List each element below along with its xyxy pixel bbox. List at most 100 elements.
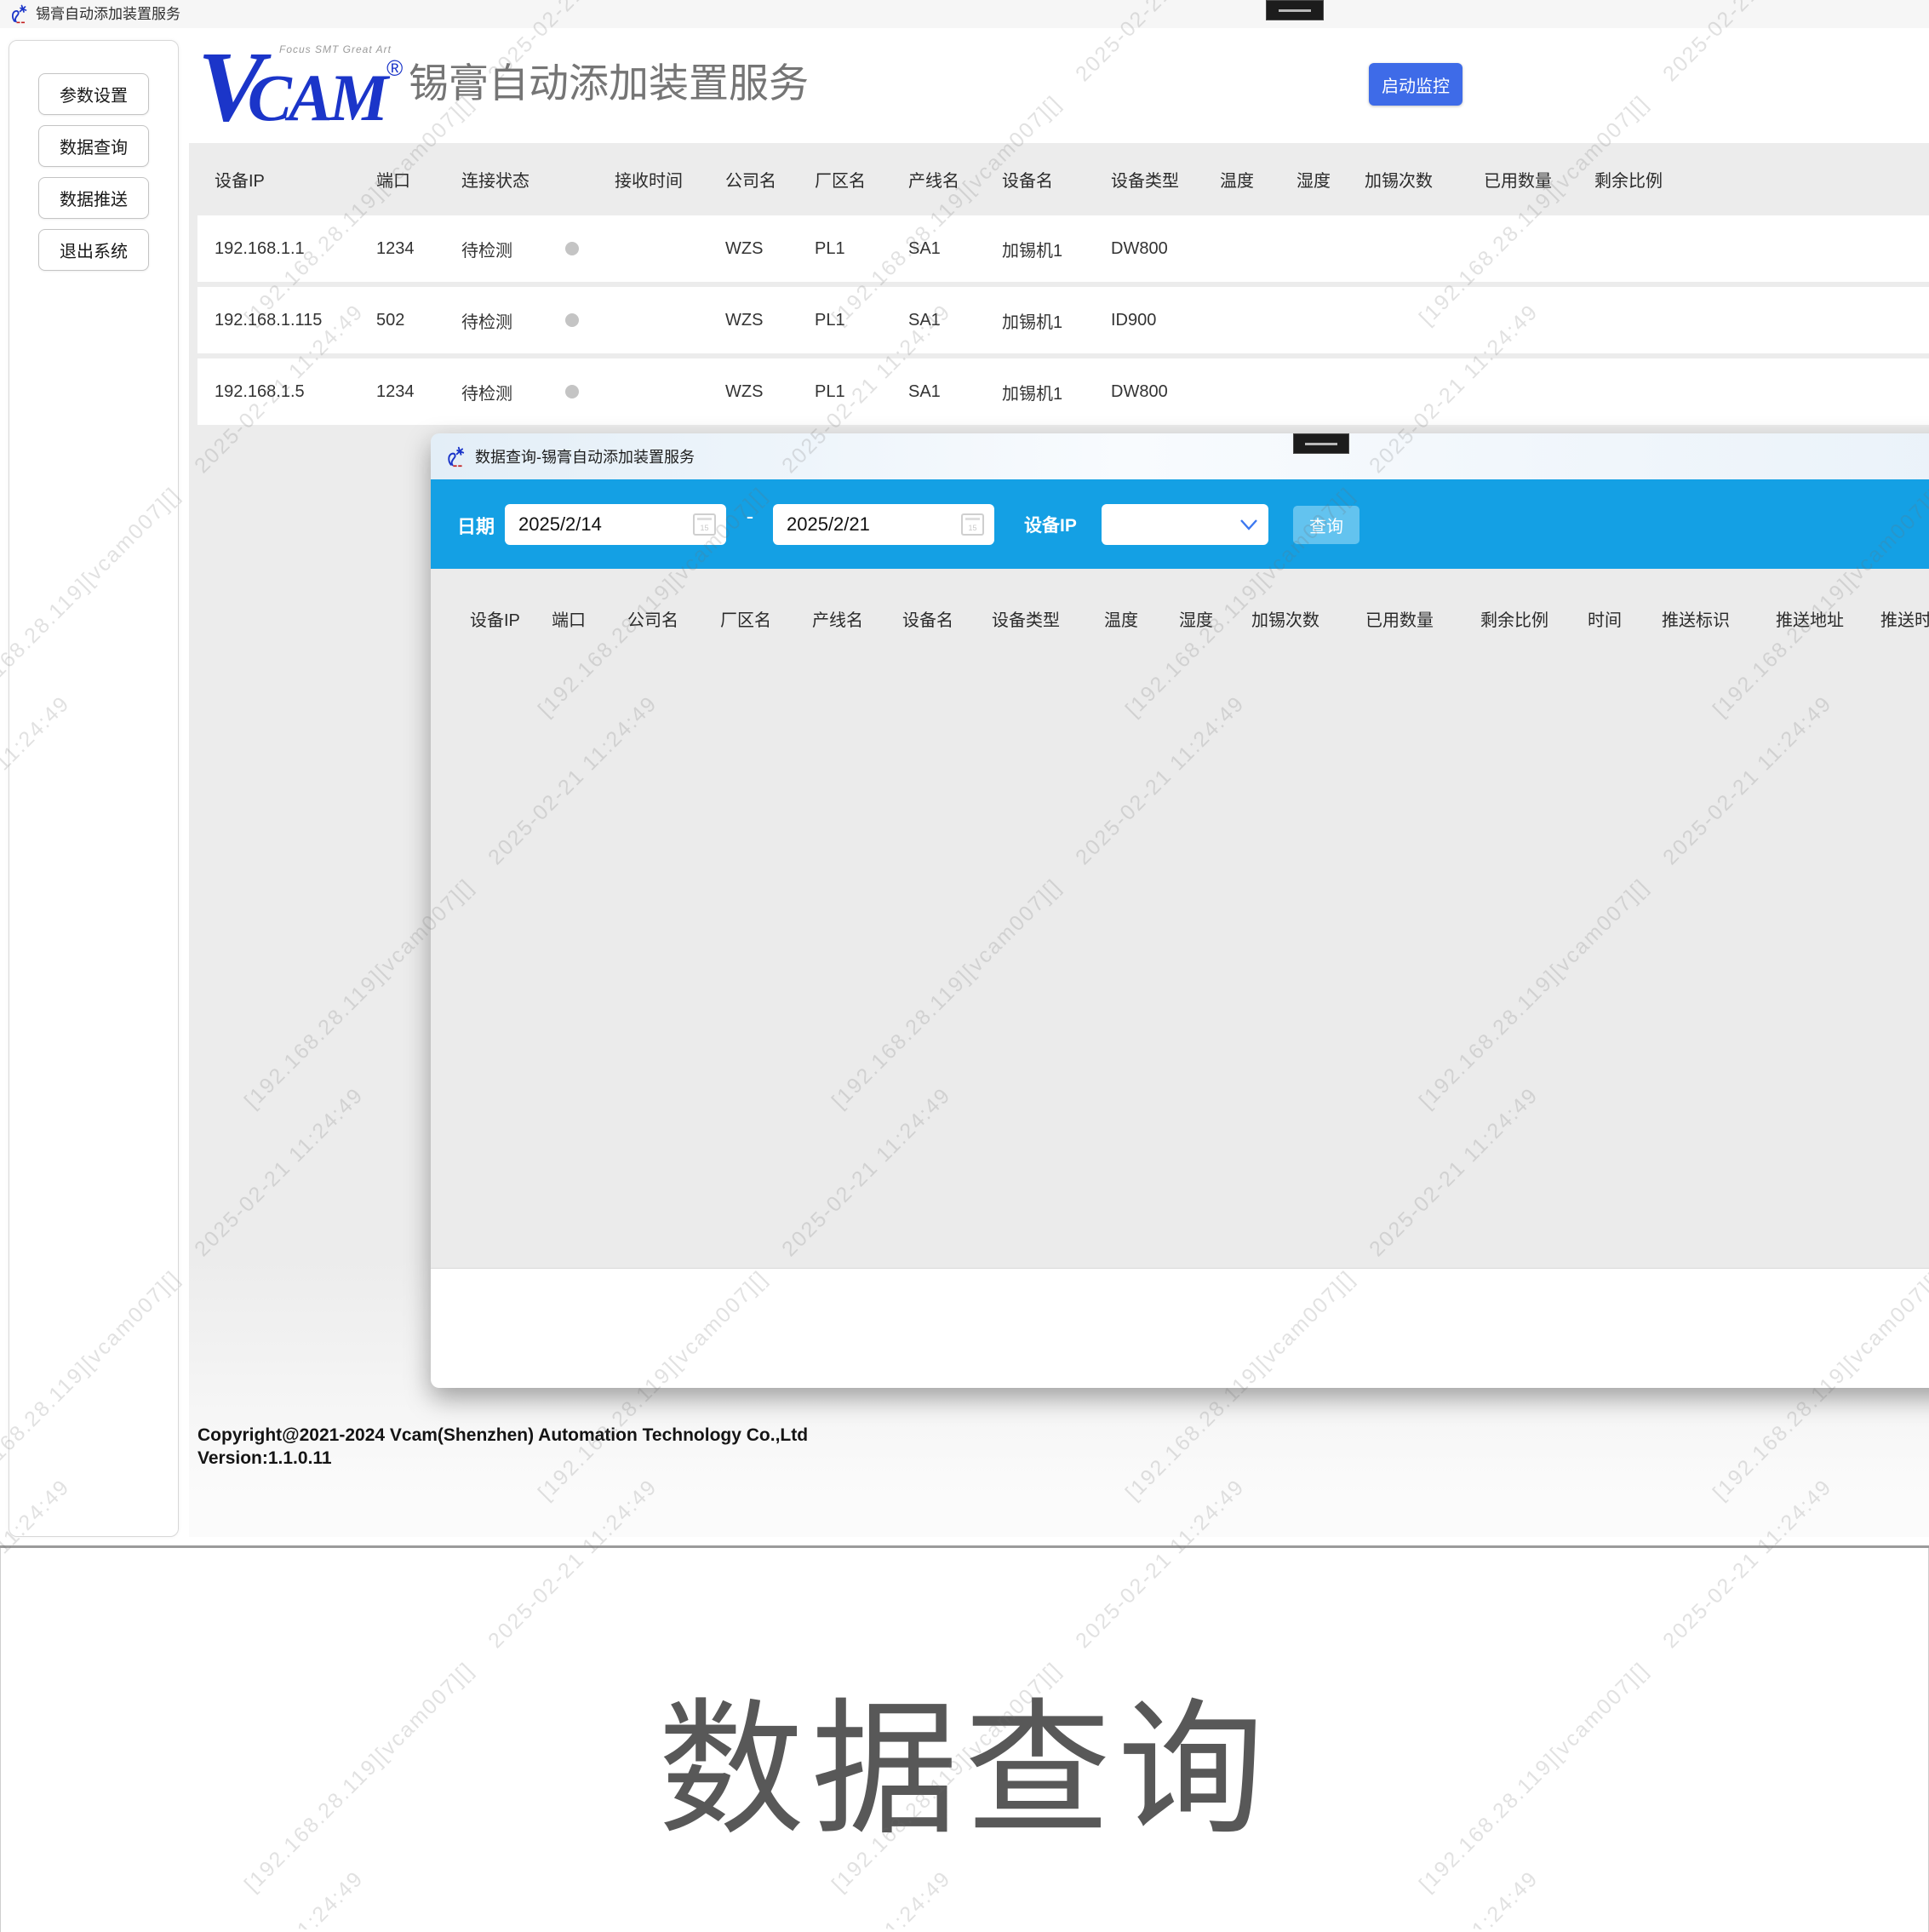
query-window-title: 数据查询-锡膏自动添加装置服务 xyxy=(475,445,695,467)
status-dot-icon xyxy=(565,242,579,255)
cell-port: 502 xyxy=(376,311,461,330)
query-window-titlebar[interactable]: 数据查询-锡膏自动添加装置服务 xyxy=(431,433,1929,479)
minimize-button[interactable] xyxy=(1266,0,1324,20)
col-line: 产线名 xyxy=(908,167,1002,192)
copyright-text: Copyright@2021-2024 Vcam(Shenzhen) Autom… xyxy=(197,1424,808,1447)
cell-company: WZS xyxy=(725,311,815,330)
col-temperature: 温度 xyxy=(1220,167,1296,192)
status-dot-icon xyxy=(565,313,579,327)
table-row[interactable]: 192.168.1.115 502 待检测 WZS PL1 SA1 加锡机1 I… xyxy=(197,287,1929,353)
date-to-value: 2025/2/21 xyxy=(787,513,961,536)
col-device-ip: 设备IP xyxy=(215,167,376,192)
cell-port: 1234 xyxy=(376,382,461,402)
cell-line: SA1 xyxy=(908,311,1002,330)
col-status-dot-spacer xyxy=(564,167,615,192)
qcol-tin-count: 加锡次数 xyxy=(1251,606,1365,631)
qcol-time: 时间 xyxy=(1588,606,1662,631)
qcol-humidity: 湿度 xyxy=(1179,606,1251,631)
sidebar-item-data-push[interactable]: 数据推送 xyxy=(38,177,149,219)
cell-type: ID900 xyxy=(1111,311,1220,330)
qcol-port: 端口 xyxy=(552,606,627,631)
cell-status: 待检测 xyxy=(461,380,564,404)
date-range-separator: - xyxy=(737,503,763,530)
cell-factory: PL1 xyxy=(815,382,908,402)
col-device-name: 设备名 xyxy=(1002,167,1111,192)
date-to-input[interactable]: 2025/2/21 xyxy=(773,504,994,545)
cell-ip: 192.168.1.1 xyxy=(215,239,376,259)
table-row[interactable]: 192.168.1.5 1234 待检测 WZS PL1 SA1 加锡机1 DW… xyxy=(197,358,1929,425)
header: VCAM® Focus SMT Great Art 锡膏自动添加装置服务 启动监… xyxy=(189,28,1929,143)
sidebar-item-exit-system[interactable]: 退出系统 xyxy=(38,229,149,271)
date-from-value: 2025/2/14 xyxy=(518,513,693,536)
data-query-window: 数据查询-锡膏自动添加装置服务 日期 2025/2/14 - 2025/2/21… xyxy=(431,433,1929,1388)
cell-company: WZS xyxy=(725,382,815,402)
chevron-down-icon xyxy=(1239,519,1258,531)
page-title: 锡膏自动添加装置服务 xyxy=(409,50,809,109)
app-icon xyxy=(9,3,29,24)
device-ip-select[interactable] xyxy=(1102,504,1268,545)
qcol-line: 产线名 xyxy=(812,606,902,631)
minimize-button[interactable] xyxy=(1293,433,1349,454)
cell-status: 待检测 xyxy=(461,308,564,333)
qcol-push-address: 推送地址 xyxy=(1776,606,1880,631)
query-table-header: 设备IP 端口 公司名 厂区名 产线名 设备名 设备类型 温度 湿度 加锡次数 … xyxy=(431,569,1929,631)
device-ip-label: 设备IP xyxy=(1024,512,1077,537)
status-dot-icon xyxy=(565,385,579,398)
date-label: 日期 xyxy=(457,512,495,539)
cell-status: 待检测 xyxy=(461,237,564,261)
sidebar: 参数设置 数据查询 数据推送 退出系统 xyxy=(9,40,179,1537)
sidebar-item-data-query[interactable]: 数据查询 xyxy=(38,125,149,167)
col-device-type: 设备类型 xyxy=(1111,167,1220,192)
cell-company: WZS xyxy=(725,239,815,259)
version-text: Version:1.1.0.11 xyxy=(197,1447,808,1470)
minimize-icon xyxy=(1305,443,1337,445)
qcol-push-time: 推送时间 xyxy=(1880,606,1929,631)
cell-port: 1234 xyxy=(376,239,461,259)
table-row[interactable]: 192.168.1.1 1234 待检测 WZS PL1 SA1 加锡机1 DW… xyxy=(197,215,1929,282)
cell-ip: 192.168.1.115 xyxy=(215,311,376,330)
qcol-factory: 厂区名 xyxy=(720,606,812,631)
calendar-icon[interactable] xyxy=(961,513,984,536)
qcol-device-name: 设备名 xyxy=(902,606,992,631)
qcol-remain-ratio: 剩余比例 xyxy=(1480,606,1588,631)
cell-factory: PL1 xyxy=(815,239,908,259)
logo-letters-cam: CAM xyxy=(248,60,385,135)
col-humidity: 湿度 xyxy=(1296,167,1365,192)
query-button[interactable]: 查询 xyxy=(1293,506,1359,544)
qcol-device-ip: 设备IP xyxy=(470,606,552,631)
cell-line: SA1 xyxy=(908,382,1002,402)
qcol-used-amount: 已用数量 xyxy=(1365,606,1480,631)
sidebar-item-parameter-settings[interactable]: 参数设置 xyxy=(38,73,149,115)
calendar-icon[interactable] xyxy=(693,513,716,536)
qcol-device-type: 设备类型 xyxy=(992,606,1104,631)
date-from-input[interactable]: 2025/2/14 xyxy=(505,504,726,545)
col-port: 端口 xyxy=(376,167,461,192)
query-toolbar: 日期 2025/2/14 - 2025/2/21 设备IP 查询 xyxy=(431,479,1929,569)
query-window-footer xyxy=(431,1268,1929,1388)
logo-tagline: Focus SMT Great Art xyxy=(279,43,392,55)
qcol-company: 公司名 xyxy=(627,606,720,631)
app-icon xyxy=(444,445,467,467)
cell-ip: 192.168.1.5 xyxy=(215,382,376,402)
cell-type: DW800 xyxy=(1111,382,1220,402)
cell-device: 加锡机1 xyxy=(1002,237,1111,261)
start-monitor-button[interactable]: 启动监控 xyxy=(1369,63,1462,106)
background-window: 数据查询 xyxy=(0,1545,1929,1932)
cell-device: 加锡机1 xyxy=(1002,308,1111,333)
main-window-title: 锡膏自动添加装置服务 xyxy=(36,0,180,28)
cell-factory: PL1 xyxy=(815,311,908,330)
col-company: 公司名 xyxy=(725,167,815,192)
cell-line: SA1 xyxy=(908,239,1002,259)
background-window-big-text: 数据查询 xyxy=(658,1650,1271,1932)
copyright-block: Copyright@2021-2024 Vcam(Shenzhen) Autom… xyxy=(197,1424,808,1470)
registered-mark-icon: ® xyxy=(386,55,403,81)
device-table-header: 设备IP 端口 连接状态 接收时间 公司名 厂区名 产线名 设备名 设备类型 温… xyxy=(189,143,1929,215)
cell-device: 加锡机1 xyxy=(1002,380,1111,404)
col-factory: 厂区名 xyxy=(815,167,908,192)
col-tin-count: 加锡次数 xyxy=(1365,167,1484,192)
col-conn-status: 连接状态 xyxy=(461,167,564,192)
device-rows: 192.168.1.1 1234 待检测 WZS PL1 SA1 加锡机1 DW… xyxy=(197,215,1929,425)
qcol-push-flag: 推送标识 xyxy=(1662,606,1776,631)
minimize-icon xyxy=(1279,9,1311,12)
main-titlebar[interactable]: 锡膏自动添加装置服务 xyxy=(0,0,1929,28)
